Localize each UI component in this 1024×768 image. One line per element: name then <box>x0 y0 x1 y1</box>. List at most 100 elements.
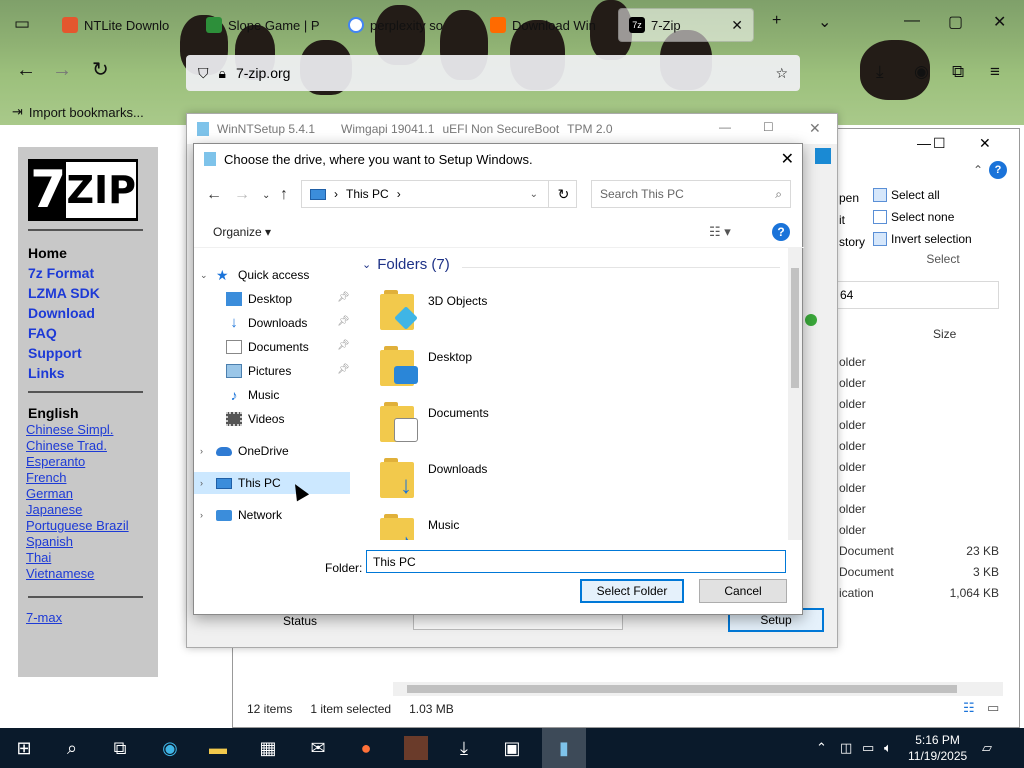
lang-link[interactable]: French <box>26 470 158 486</box>
folder-downloads[interactable]: ↓ Downloads <box>380 456 487 506</box>
nav-links[interactable]: Links <box>28 363 158 383</box>
import-bookmarks-link[interactable]: Import bookmarks... <box>29 105 144 120</box>
forward-arrow-icon[interactable]: → <box>234 186 250 204</box>
up-arrow-icon[interactable]: ↑ <box>280 186 288 204</box>
menu-icon[interactable]: ≡ <box>990 62 1000 82</box>
address-box[interactable]: › This PC › ⌄ <box>301 180 577 208</box>
7max-link[interactable]: 7-max <box>26 610 158 626</box>
select-folder-button[interactable]: Select Folder <box>580 579 684 603</box>
ribbon-history[interactable]: story <box>839 235 865 249</box>
tab-list-icon[interactable]: ▭ <box>14 14 30 34</box>
minimize-icon[interactable]: — <box>719 120 731 134</box>
tab-ntlite[interactable]: NTLite Downlo <box>52 8 192 42</box>
mail-icon[interactable]: ✉ <box>306 736 330 760</box>
folder-documents[interactable]: Documents <box>380 400 489 450</box>
select-all-button[interactable]: Select all <box>873 184 1013 206</box>
help-icon[interactable]: ? <box>772 223 790 241</box>
search-input[interactable]: Search This PC ⌕ <box>591 180 791 208</box>
recent-chevron-icon[interactable]: ⌄ <box>262 190 270 201</box>
close-icon[interactable]: ✕ <box>809 120 821 137</box>
download-tool-icon[interactable]: ⤓ <box>452 736 476 760</box>
photo-app-icon[interactable] <box>404 736 428 760</box>
lang-link[interactable]: Portuguese Brazil <box>26 518 158 534</box>
address-dropdown-icon[interactable]: ⌄ <box>530 189 538 200</box>
close-icon[interactable]: ✕ <box>781 149 794 169</box>
network-icon[interactable]: ▭ <box>862 740 874 756</box>
close-icon[interactable]: ✕ <box>979 135 991 152</box>
account-icon[interactable]: ◉ <box>914 62 929 82</box>
back-arrow-icon[interactable]: ← <box>206 186 222 204</box>
nav-desktop[interactable]: Desktop <box>226 288 292 310</box>
lang-link[interactable]: Spanish <box>26 534 158 550</box>
file-explorer-icon[interactable]: ▬ <box>206 736 230 760</box>
lang-link[interactable]: Esperanto <box>26 454 158 470</box>
address-bar[interactable]: ⛉ 🔒︎ 7-zip.org ☆ <box>186 55 800 91</box>
lang-link[interactable]: Chinese Trad. <box>26 438 158 454</box>
cancel-button[interactable]: Cancel <box>699 579 787 603</box>
winntsetup-taskbar-icon[interactable]: ▮ <box>542 728 586 768</box>
show-hidden-icons-icon[interactable]: ⌃ <box>816 740 827 756</box>
nav-music[interactable]: ♪ Music <box>226 384 280 406</box>
lang-link[interactable]: Japanese <box>26 502 158 518</box>
lang-link[interactable]: Chinese Simpl. <box>26 422 158 438</box>
vertical-scrollbar[interactable] <box>788 248 802 540</box>
folder-music[interactable]: ♪ Music <box>380 512 459 540</box>
firefox-icon[interactable]: ● <box>354 736 378 760</box>
minimize-icon[interactable]: — <box>917 135 931 151</box>
horizontal-scrollbar[interactable] <box>393 682 1003 696</box>
search-icon[interactable]: ⌕ <box>60 736 84 760</box>
folder-desktop[interactable]: Desktop <box>380 344 472 394</box>
extensions-icon[interactable]: ⧉ <box>952 62 964 82</box>
invert-selection-button[interactable]: Invert selection <box>873 228 1013 250</box>
lang-link[interactable]: Thai <box>26 550 158 566</box>
change-view-icon[interactable]: ☷ ▾ <box>709 224 731 240</box>
tab-7zip[interactable]: 7z 7-Zip ✕ <box>618 8 754 42</box>
nav-quick-access[interactable]: ⌄ ★ Quick access <box>200 264 309 286</box>
nav-faq[interactable]: FAQ <box>28 323 158 343</box>
lock-icon[interactable]: 🔒︎ <box>219 65 226 82</box>
help-icon[interactable]: ? <box>989 161 1007 179</box>
folder-input[interactable] <box>366 550 786 573</box>
taskbar-clock[interactable]: 5:16 PM 11/19/2025 <box>908 732 967 764</box>
nav-network[interactable]: › Network <box>200 504 282 526</box>
collapse-chevron-icon[interactable]: ⌄ <box>362 258 371 271</box>
maximize-icon[interactable]: ☐ <box>763 120 774 134</box>
tab-perplexity[interactable]: perplexity so <box>338 8 478 42</box>
tray-app-icon[interactable]: ◫ <box>840 740 852 756</box>
expand-chevron-icon[interactable]: › <box>200 510 210 520</box>
nav-7z-format[interactable]: 7z Format <box>28 263 158 283</box>
maximize-icon[interactable]: ☐ <box>933 135 946 152</box>
ribbon-edit[interactable]: it <box>839 213 845 227</box>
folder-3d-objects[interactable]: 3D Objects <box>380 288 487 338</box>
notifications-icon[interactable]: ▱ <box>982 740 992 756</box>
store-icon[interactable]: ▦ <box>256 736 280 760</box>
organize-menu[interactable]: Organize ▾ <box>213 225 271 239</box>
forward-arrow-icon[interactable]: → <box>52 60 72 80</box>
close-icon[interactable]: ✕ <box>993 12 1006 32</box>
tab-slope-game[interactable]: Slope Game | P <box>196 8 336 42</box>
select-none-button[interactable]: Select none <box>873 206 1013 228</box>
ribbon-open[interactable]: pen <box>839 191 859 205</box>
large-icons-view-icon[interactable]: ▭ <box>987 700 999 716</box>
details-view-icon[interactable]: ☷ <box>963 700 975 716</box>
tool-app-icon[interactable]: ▣ <box>500 736 524 760</box>
windows-start-icon[interactable]: ⊞ <box>12 736 36 760</box>
edge-icon[interactable]: ◉ <box>158 736 182 760</box>
expand-chevron-icon[interactable]: ⌄ <box>200 270 210 281</box>
chevron-down-icon[interactable]: ⌄ <box>818 12 831 32</box>
folders-group-header[interactable]: ⌄ Folders (7) <box>362 256 450 273</box>
nav-downloads[interactable]: ↓ Downloads <box>226 312 307 334</box>
nav-lzma-sdk[interactable]: LZMA SDK <box>28 283 158 303</box>
close-tab-icon[interactable]: ✕ <box>731 17 743 34</box>
nav-documents[interactable]: Documents <box>226 336 309 358</box>
nav-onedrive[interactable]: › OneDrive <box>200 440 289 462</box>
nav-pictures[interactable]: Pictures <box>226 360 291 382</box>
back-arrow-icon[interactable]: ← <box>16 60 36 80</box>
new-tab-icon[interactable]: + <box>772 12 781 30</box>
address-text[interactable]: This PC <box>346 187 389 201</box>
size-column-header[interactable]: Size <box>933 327 956 341</box>
nav-this-pc[interactable]: › This PC <box>194 472 350 494</box>
tab-download-win[interactable]: Download Win <box>480 8 614 42</box>
lang-link[interactable]: Vietnamese <box>26 566 158 582</box>
expand-chevron-icon[interactable]: › <box>200 478 210 488</box>
